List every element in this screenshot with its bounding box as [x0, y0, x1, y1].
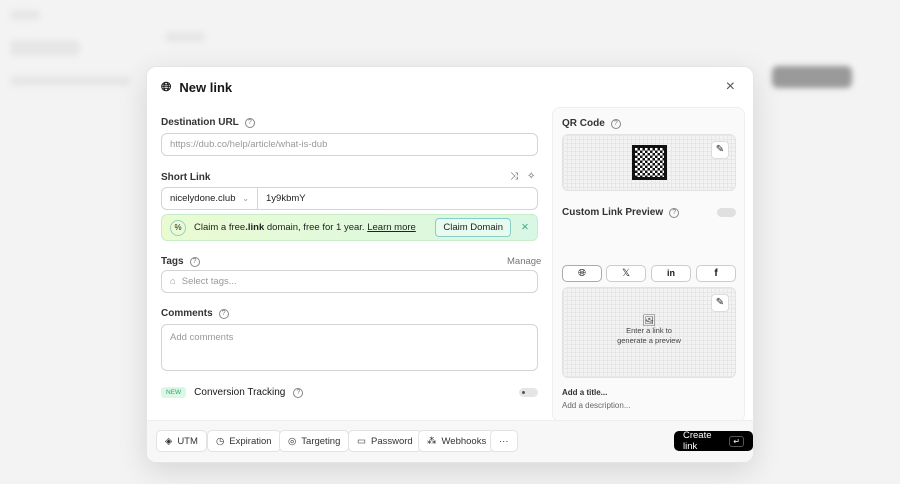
promo-bold: .link [245, 222, 265, 233]
link-domain-icon: % [170, 219, 186, 236]
comments-label: Comments? [161, 308, 229, 319]
expiration-label: Expiration [229, 435, 272, 447]
tags-placeholder: Select tags... [181, 276, 237, 287]
utm-icon: ◈ [165, 435, 173, 447]
chevron-down-icon: ⌄ [242, 194, 249, 203]
help-icon[interactable]: ? [189, 256, 200, 267]
create-link-label: Create link [683, 430, 712, 452]
tab-x[interactable]: 𝕏 [606, 265, 646, 282]
target-icon: ◎ [288, 435, 297, 447]
destination-url-input[interactable]: https://dub.co/help/article/what-is-dub [161, 133, 538, 156]
learn-more-link[interactable]: Learn more [367, 222, 416, 233]
clock-icon: ◷ [216, 435, 225, 447]
more-options-button[interactable]: ··· [490, 430, 518, 452]
new-link-modal: 🌐︎ New link × Destination URL? https://d… [146, 66, 754, 463]
destination-label: Destination URL? [161, 117, 255, 128]
password-button[interactable]: ▭ Password [348, 430, 422, 452]
preview-title-input[interactable]: Add a title... [562, 388, 607, 397]
short-link-label: Short Link [161, 172, 211, 183]
image-icon: 🖼︎ [642, 315, 656, 327]
modal-title: New link [179, 79, 233, 95]
help-icon[interactable]: ? [610, 118, 621, 129]
password-label: Password [370, 435, 413, 447]
modal-footer: ◈ UTM ◷ Expiration ◎ Targeting ▭ Password ⁂ W… [147, 420, 753, 462]
claim-domain-button[interactable]: Claim Domain [435, 218, 512, 237]
destination-placeholder: https://dub.co/help/article/what-is-dub [170, 139, 328, 150]
preview-label-text: Custom Link Preview [562, 207, 664, 218]
targeting-button[interactable]: ◎ Targeting [279, 430, 350, 452]
qr-label: QR Code? [562, 118, 621, 129]
promo-text-2: domain, free for 1 year. [264, 222, 368, 233]
help-icon[interactable]: ? [244, 117, 255, 128]
help-icon[interactable]: ? [293, 387, 304, 398]
sparkle-icon[interactable]: ✧ [527, 171, 535, 182]
tab-linkedin[interactable]: in [651, 265, 691, 282]
qr-label-text: QR Code [562, 118, 605, 129]
webhooks-label: Webhooks [441, 435, 487, 447]
tab-facebook[interactable]: f [696, 265, 736, 282]
new-badge: NEW [161, 387, 187, 398]
bg-nav [10, 76, 130, 86]
preview-empty-line1: Enter a link to [626, 326, 672, 335]
comments-label-text: Comments [161, 308, 213, 319]
preview-panel: QR Code? ✎ Custom Link Preview? 🌐︎ 𝕏 in … [552, 107, 745, 422]
domain-select[interactable]: nicelydone.club ⌄ [162, 188, 258, 209]
domain-value: nicelydone.club [170, 193, 236, 204]
preview-empty-state: 🖼︎ Enter a link to generate a preview [563, 316, 735, 346]
close-button[interactable]: × [726, 78, 735, 96]
destination-label-text: Destination URL [161, 117, 239, 128]
create-link-button[interactable]: Create link ↵ [674, 430, 753, 452]
tags-label: Tags? [161, 256, 200, 267]
help-icon[interactable]: ? [669, 207, 680, 218]
link-preview-box: ✎ 🖼︎ Enter a link to generate a preview [562, 287, 736, 378]
modal-header: 🌐︎ New link [161, 79, 232, 95]
preview-description-input[interactable]: Add a description... [562, 401, 630, 410]
tags-label-text: Tags [161, 256, 184, 267]
webhooks-button[interactable]: ⁂ Webhooks [418, 430, 496, 452]
preview-empty-line2: generate a preview [617, 336, 681, 345]
qr-code-box: ✎ [562, 134, 736, 191]
comments-placeholder: Add comments [170, 332, 234, 343]
bg-title [165, 32, 205, 42]
conversion-toggle[interactable] [519, 388, 538, 397]
promo-text: Claim a free [194, 222, 246, 233]
preview-label: Custom Link Preview? [562, 207, 680, 218]
short-key-input[interactable]: 1y9kbmY [258, 193, 306, 204]
tab-web[interactable]: 🌐︎ [562, 265, 602, 282]
claim-domain-banner: % Claim a free .link domain, free for 1 … [161, 214, 538, 241]
targeting-label: Targeting [301, 435, 341, 447]
dismiss-icon[interactable]: ✕ [521, 222, 529, 233]
manage-tags-link[interactable]: Manage [507, 256, 541, 267]
bg-workspace [10, 40, 80, 56]
bg-create-button [772, 66, 852, 88]
conversion-tracking-row: NEW Conversion Tracking? [161, 387, 304, 398]
utm-button[interactable]: ◈ UTM [156, 430, 207, 452]
bg-logo [10, 10, 40, 20]
help-icon[interactable]: ? [218, 308, 229, 319]
edit-qr-button[interactable]: ✎ [711, 141, 729, 159]
tags-select[interactable]: ⌂ Select tags... [161, 270, 538, 293]
qr-code-image [632, 145, 667, 180]
shuffle-icon[interactable]: ⤨ [510, 171, 518, 182]
password-icon: ▭ [357, 435, 366, 447]
expiration-button[interactable]: ◷ Expiration [207, 430, 281, 452]
preview-toggle[interactable] [717, 208, 736, 217]
tag-icon: ⌂ [170, 276, 176, 287]
comments-textarea[interactable]: Add comments [161, 324, 538, 371]
short-link-input-group: nicelydone.club ⌄ 1y9kbmY [161, 187, 538, 210]
webhook-icon: ⁂ [427, 435, 437, 447]
utm-label: UTM [177, 435, 198, 447]
globe-icon: 🌐︎ [161, 79, 172, 94]
conversion-label: Conversion Tracking [194, 387, 286, 398]
enter-key-icon: ↵ [729, 435, 744, 447]
edit-preview-button[interactable]: ✎ [711, 294, 729, 312]
